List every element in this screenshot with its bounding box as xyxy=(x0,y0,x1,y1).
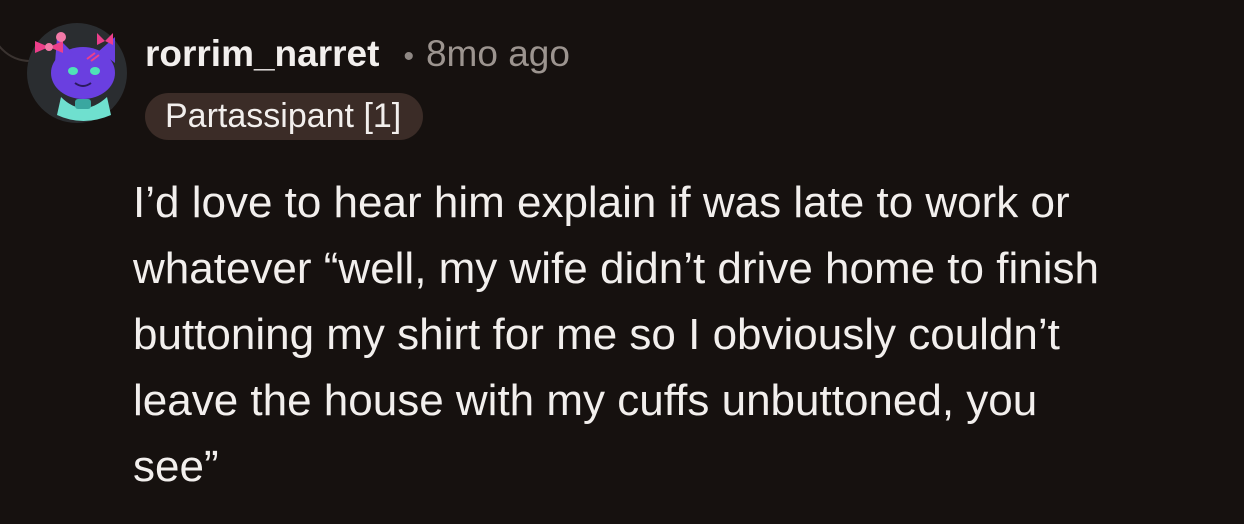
snoo-avatar-icon xyxy=(35,32,115,121)
timestamp[interactable]: 8mo ago xyxy=(426,33,570,75)
username-link[interactable]: rorrim_narret xyxy=(145,33,379,75)
user-flair: Partassipant [1] xyxy=(145,93,424,140)
comment-header: rorrim_narret • 8mo ago xyxy=(145,33,570,75)
comment-body: I’d love to hear him explain if was late… xyxy=(133,178,1099,491)
comment: rorrim_narret • 8mo ago Partassipant [1]… xyxy=(0,0,1244,524)
avatar[interactable] xyxy=(27,23,127,123)
separator-dot: • xyxy=(403,40,414,73)
